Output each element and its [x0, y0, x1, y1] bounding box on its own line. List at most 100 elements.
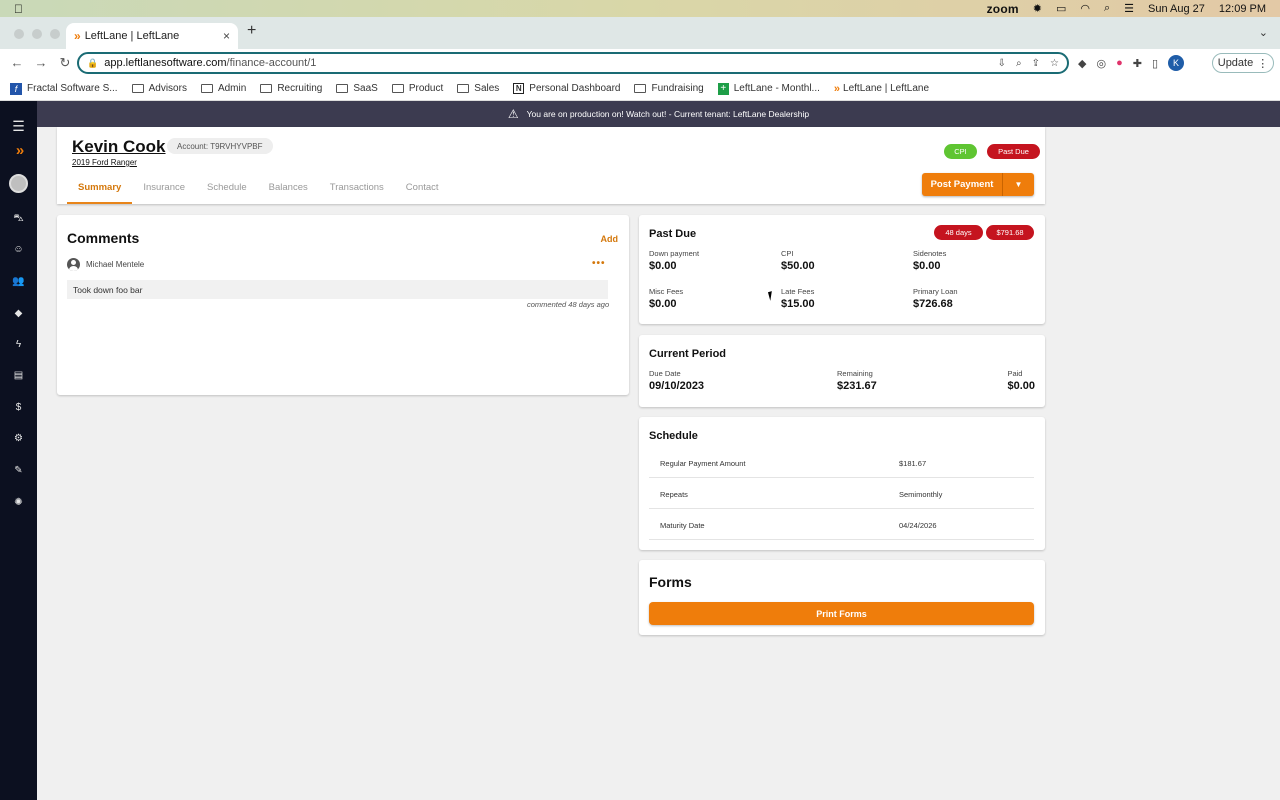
- update-label: Update: [1217, 57, 1254, 69]
- comment-body: Took down foo bar: [67, 280, 608, 299]
- stat-label: Sidenotes: [913, 249, 947, 258]
- past-due-badge: Past Due: [987, 144, 1040, 159]
- hamburger-menu-icon[interactable]: ☰: [0, 118, 37, 135]
- bookmark-star-icon[interactable]: ☆: [1050, 58, 1059, 69]
- stat-due-date: Due Date 09/10/2023: [649, 369, 704, 392]
- current-period-card: Current Period Due Date 09/10/2023 Remai…: [639, 335, 1045, 407]
- bookmark-item[interactable]: SaaS: [336, 83, 378, 94]
- people-icon[interactable]: 👥: [0, 276, 37, 287]
- address-bar[interactable]: 🔒 app.leftlanesoftware.com/finance-accou…: [77, 52, 1069, 74]
- folder-icon: [200, 84, 213, 93]
- support-icon[interactable]: ✺: [0, 497, 37, 508]
- extension-music-icon[interactable]: ●: [1116, 57, 1123, 69]
- browser-tab[interactable]: » LeftLane | LeftLane ×: [66, 23, 238, 49]
- vehicle-link[interactable]: 2019 Ford Ranger: [72, 158, 137, 167]
- bookmark-item[interactable]: Sales: [457, 83, 499, 94]
- stat-label: Late Fees: [781, 287, 815, 296]
- bookmark-item[interactable]: Admin: [200, 83, 246, 94]
- bookmark-label: Advisors: [148, 83, 187, 94]
- dollar-circle-icon[interactable]: $: [0, 402, 37, 413]
- tab-schedule[interactable]: Schedule: [196, 178, 258, 204]
- settings-gear-icon[interactable]: ⚙: [0, 433, 37, 444]
- zoom-menu-label[interactable]: zoom: [987, 2, 1019, 16]
- diamond-icon[interactable]: ◆: [0, 308, 37, 319]
- reload-icon[interactable]: ↻: [54, 55, 76, 71]
- apple-icon[interactable]: : [14, 2, 23, 16]
- tab-balances[interactable]: Balances: [258, 178, 319, 204]
- share-icon[interactable]: ⇪: [1032, 58, 1040, 69]
- magic-wand-icon[interactable]: ✎: [0, 465, 37, 476]
- control-center-icon[interactable]: ☰: [1124, 2, 1134, 15]
- bookmark-item[interactable]: + LeftLane - Monthl...: [717, 82, 820, 95]
- leftlane-logo-icon[interactable]: »: [0, 142, 37, 159]
- lightning-icon[interactable]: ϟ: [0, 339, 37, 350]
- person-car-icon[interactable]: ☺: [0, 244, 37, 255]
- post-payment-label: Post Payment: [930, 179, 994, 190]
- bookmark-label: SaaS: [353, 83, 378, 94]
- bookmark-item[interactable]: f Fractal Software S...: [10, 82, 118, 95]
- minimize-window-button[interactable]: [32, 29, 42, 39]
- stat-value: $15.00: [781, 298, 815, 310]
- lock-icon[interactable]: 🔒: [87, 58, 98, 69]
- clipboard-icon[interactable]: ▤: [0, 370, 37, 381]
- post-payment-button[interactable]: Post Payment ▼: [922, 173, 1034, 196]
- add-comment-link[interactable]: Add: [601, 234, 619, 244]
- schedule-value: $181.67: [899, 459, 927, 468]
- stat-label: CPI: [781, 249, 794, 258]
- profile-avatar[interactable]: K: [1168, 55, 1185, 71]
- bookmark-item[interactable]: N Personal Dashboard: [513, 83, 620, 94]
- wifi-icon[interactable]: ◠: [1080, 2, 1090, 15]
- bookmark-item[interactable]: Recruiting: [260, 83, 322, 94]
- url-host: app.leftlanesoftware.com: [104, 57, 227, 69]
- leftlane-favicon-icon: »: [74, 29, 81, 43]
- tab-summary[interactable]: Summary: [67, 178, 133, 204]
- side-panel-icon[interactable]: ▯: [1152, 57, 1158, 70]
- extension-shield-icon[interactable]: ◆: [1078, 57, 1086, 70]
- bookmark-item[interactable]: Product: [391, 83, 443, 94]
- forward-arrow-icon[interactable]: →: [30, 55, 52, 71]
- stat-label: Due Date: [649, 369, 681, 378]
- close-tab-icon[interactable]: ×: [223, 29, 230, 43]
- folder-icon: [260, 84, 273, 93]
- stat-sidenotes: Sidenotes $0.00: [913, 249, 946, 272]
- caret-down-icon[interactable]: ▼: [1003, 180, 1034, 189]
- comment-menu-icon[interactable]: •••: [592, 258, 606, 269]
- battery-icon[interactable]: ▭: [1056, 2, 1066, 15]
- tab-search-chevron-icon[interactable]: ⌄: [1259, 26, 1268, 39]
- menubar-time: 12:09 PM: [1218, 2, 1266, 15]
- stat-value: $231.67: [837, 380, 877, 392]
- account-tabs: Summary Insurance Schedule Balances Tran…: [67, 178, 450, 204]
- new-tab-button[interactable]: +: [247, 22, 256, 40]
- stat-primary-loan: Primary Loan $726.68: [913, 287, 958, 310]
- browser-tab-bar: » LeftLane | LeftLane × + ⌄: [0, 17, 1280, 49]
- tab-transactions[interactable]: Transactions: [319, 178, 395, 204]
- zoom-icon[interactable]: ⌕: [1016, 58, 1022, 69]
- settings-gear-icon[interactable]: ✹: [1033, 2, 1042, 15]
- stat-value: $0.00: [1007, 380, 1035, 392]
- tab-contact[interactable]: Contact: [395, 178, 450, 204]
- print-forms-button[interactable]: Print Forms: [649, 602, 1034, 625]
- forms-card: Forms Print Forms: [639, 560, 1045, 635]
- update-button[interactable]: Update ⋮: [1212, 53, 1274, 73]
- bookmark-item[interactable]: » LeftLane | LeftLane: [834, 83, 929, 95]
- stat-label: Primary Loan: [913, 287, 958, 296]
- past-due-title: Past Due: [649, 228, 697, 240]
- user-avatar[interactable]: [0, 174, 37, 196]
- schedule-value: Semimonthly: [899, 490, 943, 499]
- search-icon[interactable]: ⌕: [1104, 2, 1110, 15]
- install-app-icon[interactable]: ⇩: [998, 58, 1006, 69]
- car-icon[interactable]: ⛍: [0, 213, 37, 226]
- extensions-puzzle-icon[interactable]: ✚: [1133, 57, 1142, 70]
- tab-insurance[interactable]: Insurance: [132, 178, 196, 204]
- stat-remaining: Remaining $231.67: [837, 369, 877, 392]
- close-window-button[interactable]: [14, 29, 24, 39]
- customer-name-link[interactable]: Kevin Cook: [72, 137, 166, 157]
- maximize-window-button[interactable]: [50, 29, 60, 39]
- bookmark-item[interactable]: Advisors: [131, 83, 187, 94]
- extension-compass-icon[interactable]: ◎: [1096, 57, 1106, 70]
- schedule-label: Maturity Date: [660, 521, 705, 530]
- schedule-value: 04/24/2026: [899, 521, 937, 530]
- back-arrow-icon[interactable]: ←: [6, 55, 28, 71]
- bookmark-item[interactable]: Fundraising: [634, 83, 704, 94]
- tab-title: LeftLane | LeftLane: [84, 30, 180, 42]
